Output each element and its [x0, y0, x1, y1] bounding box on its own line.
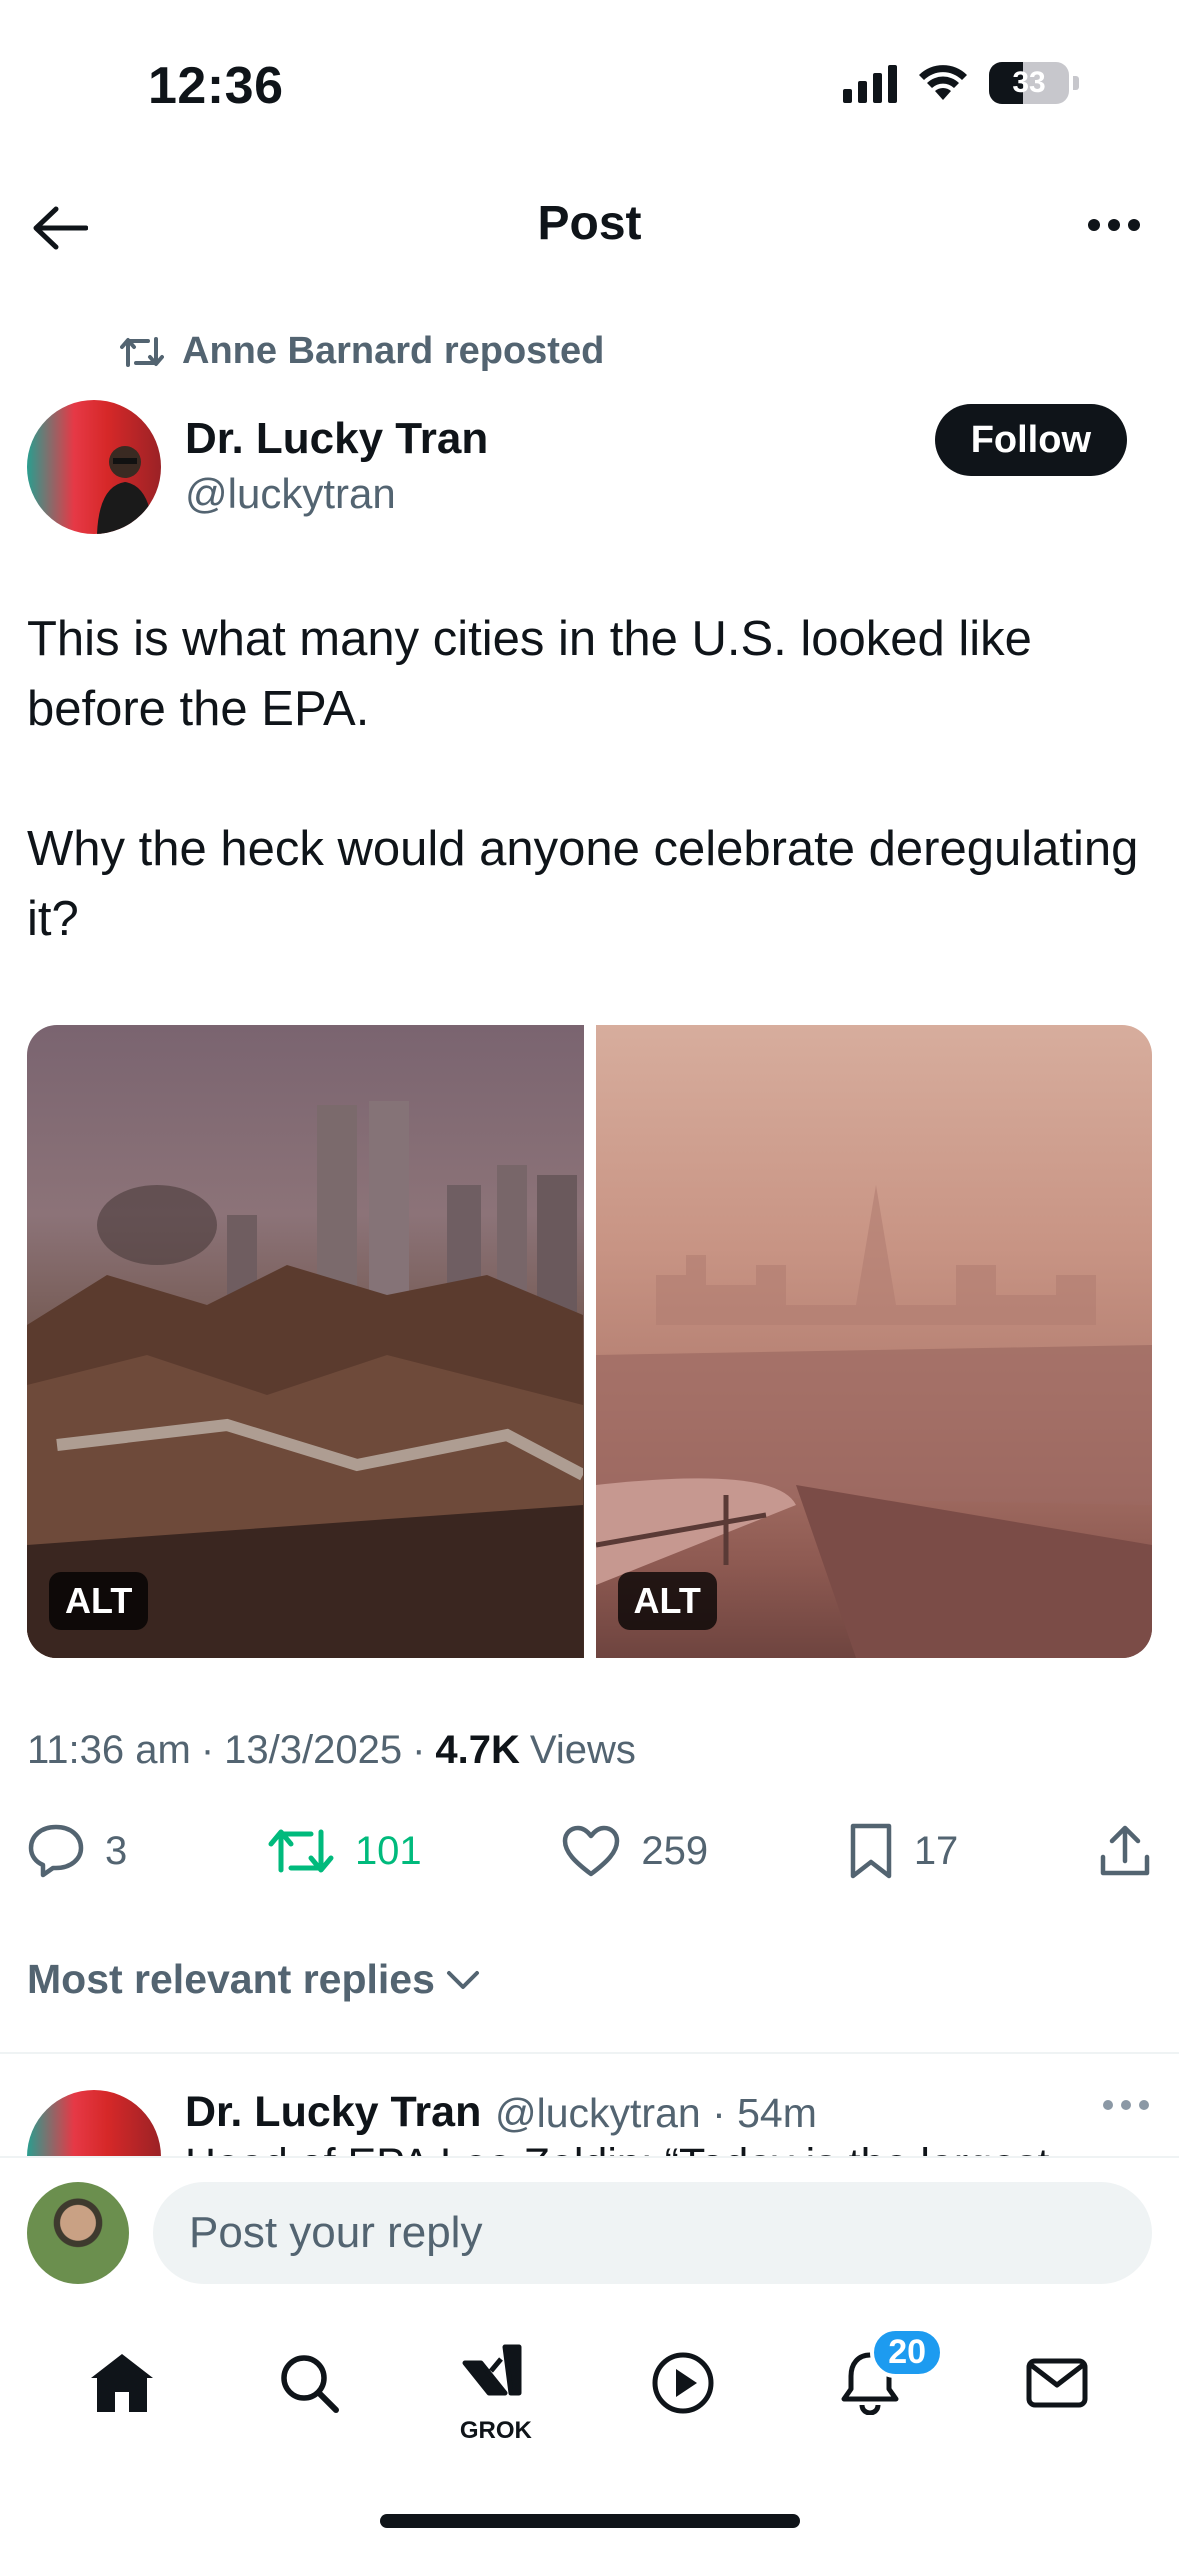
chevron-down-icon	[446, 1970, 479, 1989]
nav-video[interactable]	[633, 2333, 733, 2433]
replies-sort-label: Most relevant replies	[27, 1956, 435, 2002]
repost-text: Anne Barnard reposted	[182, 330, 605, 372]
post-text: This is what many cities in the U.S. loo…	[27, 612, 1139, 946]
author-avatar[interactable]	[27, 400, 161, 534]
views-label: Views	[529, 1728, 636, 1772]
signal-icon	[843, 63, 897, 103]
reply-author-name[interactable]: Dr. Lucky Tran	[185, 2088, 481, 2137]
post-time: 11:36 am	[27, 1728, 191, 1772]
more-dot-icon	[1121, 2100, 1131, 2110]
grok-label: GROK	[459, 2417, 532, 2444]
post-meta: 11:36 am · 13/3/2025 · 4.7K Views	[27, 1728, 636, 1773]
alt-badge[interactable]: ALT	[49, 1572, 149, 1630]
repost-button[interactable]: 101	[267, 1826, 422, 1876]
bookmark-icon	[850, 1823, 892, 1879]
more-dot-icon	[1108, 219, 1120, 231]
reply-input[interactable]: Post your reply	[153, 2182, 1152, 2284]
views-count[interactable]: 4.7K	[435, 1728, 520, 1773]
search-icon	[280, 2355, 339, 2413]
more-dot-icon	[1103, 2100, 1113, 2110]
reply-more-button[interactable]	[1103, 2100, 1149, 2110]
more-dot-icon	[1139, 2100, 1149, 2110]
post-date: 13/3/2025	[224, 1728, 403, 1772]
nav-search[interactable]	[259, 2333, 359, 2433]
more-dot-icon	[1128, 219, 1140, 231]
nav-notifications[interactable]: 20	[820, 2327, 945, 2433]
reply-count: 3	[105, 1828, 128, 1873]
meta-separator: ·	[412, 1728, 426, 1772]
alt-badge[interactable]: ALT	[617, 1572, 717, 1630]
like-button[interactable]: 259	[561, 1824, 708, 1878]
action-bar: 3 101 259 17	[27, 1822, 1152, 1880]
heart-icon	[563, 1825, 620, 1877]
hazy-city-image	[595, 1185, 1152, 1658]
more-dot-icon	[1088, 219, 1100, 231]
share-icon	[1100, 1825, 1150, 1876]
avatar-figure-icon	[97, 446, 153, 534]
divider	[0, 2052, 1179, 2054]
repost-icon	[268, 1829, 334, 1873]
bottom-navigation: GROK 20	[0, 2327, 1179, 2444]
battery-level: 33	[1012, 66, 1046, 99]
reply-author-handle-time[interactable]: @luckytran · 54m	[495, 2090, 817, 2137]
current-user-avatar[interactable]	[27, 2182, 129, 2284]
play-icon	[652, 2352, 714, 2414]
nav-grok[interactable]: GROK	[446, 2333, 546, 2444]
nav-messages[interactable]	[1007, 2333, 1107, 2433]
post-media[interactable]: ALT ALT	[27, 1025, 1152, 1658]
status-icons: 33	[843, 62, 1079, 104]
share-button[interactable]	[1098, 1823, 1152, 1879]
bookmark-button[interactable]: 17	[848, 1822, 959, 1880]
battery-icon: 33	[989, 62, 1069, 104]
home-indicator	[380, 2514, 800, 2528]
post-image-1[interactable]: ALT	[27, 1025, 584, 1658]
skyline-rubble-image	[27, 1101, 583, 1658]
wifi-icon	[919, 65, 967, 100]
repost-count: 101	[354, 1828, 422, 1873]
mail-icon	[1026, 2358, 1088, 2408]
nav-home[interactable]	[72, 2333, 172, 2433]
post-image-2[interactable]: ALT	[595, 1025, 1152, 1658]
home-icon	[90, 2354, 153, 2412]
like-count: 259	[641, 1828, 709, 1873]
status-time: 12:36	[148, 57, 284, 115]
reply-button[interactable]: 3	[27, 1823, 127, 1879]
follow-button[interactable]: Follow	[934, 404, 1127, 476]
notifications-badge: 20	[870, 2327, 945, 2378]
battery-tip	[1073, 76, 1079, 90]
meta-separator: ·	[200, 1728, 215, 1772]
replies-sort-dropdown[interactable]: Most relevant replies	[27, 1956, 481, 2003]
grok-icon	[462, 2344, 522, 2396]
author-name[interactable]: Dr. Lucky Tran	[185, 414, 488, 464]
bookmark-count: 17	[913, 1828, 959, 1873]
author-handle[interactable]: @luckytran	[185, 470, 396, 518]
reply-icon	[28, 1824, 84, 1878]
repost-icon	[120, 336, 164, 367]
page-title: Post	[537, 197, 642, 250]
more-options-button[interactable]	[1079, 200, 1149, 250]
repost-indicator[interactable]: Anne Barnard reposted	[120, 330, 604, 373]
